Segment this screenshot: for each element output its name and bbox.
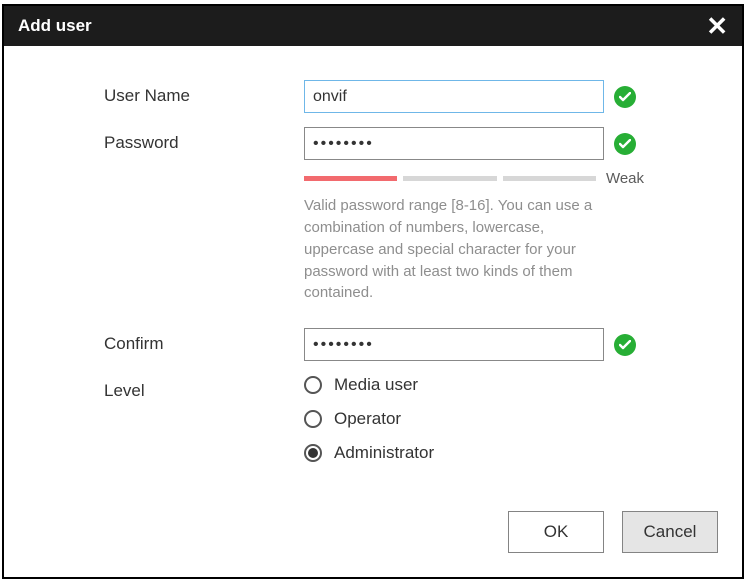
password-hint: Valid password range [8-16]. You can use…	[304, 195, 614, 304]
check-icon	[614, 86, 636, 108]
confirm-label: Confirm	[104, 328, 304, 354]
password-field-col: Weak Valid password range [8-16]. You ca…	[304, 127, 692, 314]
password-field-line	[304, 127, 692, 160]
row-password: Password Weak Valid password range [8-16…	[104, 127, 692, 314]
titlebar: Add user ✕	[4, 6, 742, 46]
radio-operator[interactable]: Operator	[304, 409, 692, 429]
strength-bar-1	[304, 176, 397, 181]
close-icon[interactable]: ✕	[706, 13, 728, 39]
username-field-line	[304, 80, 692, 113]
password-input[interactable]	[304, 127, 604, 160]
radio-label-operator: Operator	[334, 409, 401, 429]
cancel-button[interactable]: Cancel	[622, 511, 718, 553]
confirm-field-col	[304, 328, 692, 361]
strength-label: Weak	[606, 170, 644, 187]
strength-bar-2	[403, 176, 496, 181]
username-input[interactable]	[304, 80, 604, 113]
radio-administrator[interactable]: Administrator	[304, 443, 692, 463]
radio-icon	[304, 376, 322, 394]
radio-icon	[304, 410, 322, 428]
row-username: User Name	[104, 80, 692, 113]
password-strength-meter: Weak	[304, 170, 644, 187]
dialog-title: Add user	[18, 16, 706, 36]
password-label: Password	[104, 127, 304, 153]
level-field-col: Media user Operator Administrator	[304, 375, 692, 463]
check-icon	[614, 133, 636, 155]
level-radio-group: Media user Operator Administrator	[304, 375, 692, 463]
confirm-field-line	[304, 328, 692, 361]
level-label: Level	[104, 375, 304, 401]
dialog-footer: OK Cancel	[4, 497, 742, 577]
username-field-col	[304, 80, 692, 113]
check-icon	[614, 334, 636, 356]
row-level: Level Media user Operator Administrator	[104, 375, 692, 463]
radio-icon	[304, 444, 322, 462]
strength-bar-3	[503, 176, 596, 181]
username-label: User Name	[104, 80, 304, 106]
radio-label-administrator: Administrator	[334, 443, 434, 463]
dialog-content: User Name Password	[4, 46, 742, 497]
radio-label-media-user: Media user	[334, 375, 418, 395]
ok-button[interactable]: OK	[508, 511, 604, 553]
row-confirm: Confirm	[104, 328, 692, 361]
add-user-dialog: Add user ✕ User Name Password	[2, 4, 744, 579]
confirm-input[interactable]	[304, 328, 604, 361]
radio-media-user[interactable]: Media user	[304, 375, 692, 395]
